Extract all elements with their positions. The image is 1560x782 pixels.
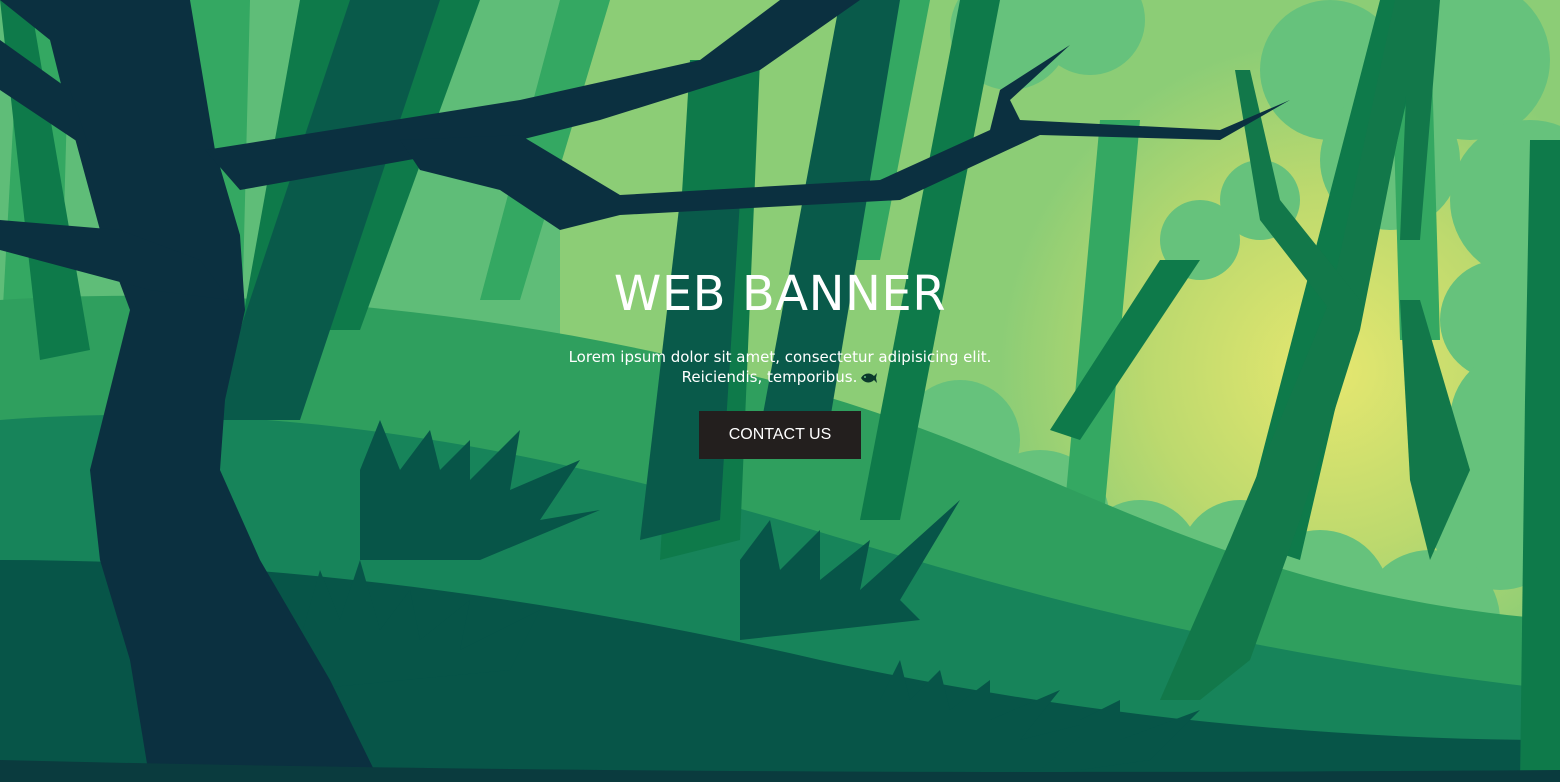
banner-title: WEB BANNER xyxy=(613,266,947,322)
web-banner: WEB BANNER Lorem ipsum dolor sit amet, c… xyxy=(0,0,1560,782)
contact-us-button[interactable]: CONTACT US xyxy=(699,411,861,459)
subtitle-line-2-text: Reiciendis, temporibus. xyxy=(681,368,858,386)
banner-subtitle: Lorem ipsum dolor sit amet, consectetur … xyxy=(0,347,1560,389)
subtitle-line-1: Lorem ipsum dolor sit amet, consectetur … xyxy=(568,348,992,366)
hero-content: WEB BANNER Lorem ipsum dolor sit amet, c… xyxy=(0,0,1560,782)
subtitle-line-2: Reiciendis, temporibus. xyxy=(0,367,1560,389)
fish-icon xyxy=(860,369,878,389)
